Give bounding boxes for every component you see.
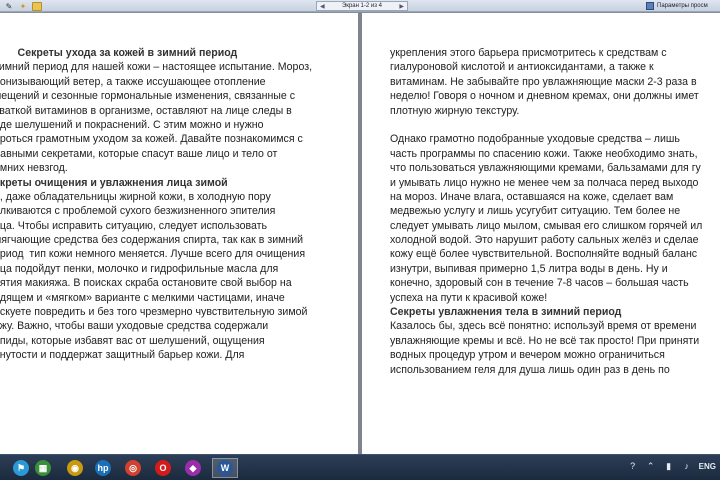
text-line: что пользоваться увлажняющими кремами, б… (390, 162, 701, 175)
folder-icon[interactable] (32, 1, 42, 11)
document-workspace[interactable]: Секреты ухода за кожей в зимний период зи… (0, 13, 720, 454)
text-line: Казалось бы, здесь всё понятно: использу… (390, 320, 697, 333)
flag-icon: ⚑ (13, 460, 29, 476)
highlight-icon[interactable]: ✦ (18, 2, 28, 11)
text-line: ронизывающий ветер, а также иссушающее о… (0, 75, 266, 88)
text-line: гиалуроновой кислотой и антиоксидантами,… (390, 61, 654, 74)
game-icon: ◉ (67, 460, 83, 476)
language-indicator[interactable]: ENG (699, 462, 716, 471)
text-line: лавными секретами, которые спасут ваше л… (0, 147, 278, 160)
text-line: ериод тип кожи немного меняется. Лучше в… (0, 248, 306, 261)
view-options-icon (646, 2, 654, 10)
section-heading: екреты очищения и увлажнения лица зимой (0, 176, 228, 189)
tools-icon[interactable]: ✎ (4, 2, 14, 11)
text-line: кожу ещё более чувствительной. Восполняй… (390, 248, 698, 261)
text-line: изнутри, выпивая примерно 1,5 литра воды… (390, 262, 668, 275)
text-line: янутости и поддержат защитный барьер кож… (0, 349, 245, 362)
text-line: иде шелушений и покраснений. С этим можн… (0, 118, 264, 131)
text-line: Однако грамотно подобранные уходовые сре… (390, 133, 680, 146)
text-line: холодной водой. Это нарушит работу сальн… (390, 234, 699, 247)
shield-icon: ◆ (185, 460, 201, 476)
text-line: нятия макияжа. В поисках скраба останови… (0, 277, 292, 290)
taskbar-app-store[interactable]: ▦ (30, 458, 56, 478)
store-icon: ▦ (35, 460, 51, 476)
taskbar-app-hp[interactable]: hp (90, 458, 116, 478)
text-line: неделю! Говоря о ночном и дневном кремах… (390, 90, 699, 103)
text-line: имних невзгод. (0, 162, 68, 175)
text-line: ица. Чтобы исправить ситуацию, следует и… (0, 219, 268, 232)
help-icon[interactable]: ? (627, 460, 639, 472)
page-text-left: Секреты ухода за кожей в зимний период зи… (0, 46, 312, 363)
next-screen-icon[interactable]: ▶ (399, 3, 404, 10)
text-line: плотную жирную текстуру. (390, 104, 520, 117)
text-line: часть программы по спасению кожи. Также … (390, 147, 698, 160)
text-line: зимний период для нашей кожи – настоящее… (0, 61, 313, 74)
document-page-left[interactable]: Секреты ухода за кожей в зимний период зи… (0, 13, 358, 454)
text-line: е, даже обладательницы жирной кожи, в хо… (0, 190, 271, 203)
text-line: следует умывать лицо мылом, смывая его с… (390, 219, 703, 232)
document-page-right[interactable]: укрепления этого барьера присмотритесь к… (362, 13, 720, 454)
text-line: витаминам. Не забывайте про увлажняющие … (390, 75, 697, 88)
page-navigator: ◀ Экран 1-2 из 4 ▶ (316, 1, 408, 11)
system-tray: ? ⌃ ▮ ♪ ENG (627, 460, 716, 472)
text-line: хваткой витаминов в организме, оставляют… (0, 104, 292, 117)
text-line: и умывать лицо нужно не менее чем за пол… (390, 176, 699, 189)
text-line (390, 118, 702, 132)
reader-toolbar: ✎ ✦ ◀ Экран 1-2 из 4 ▶ Параметры просм (0, 0, 720, 12)
toolbar-icons: ✎ ✦ (4, 1, 42, 11)
taskbar-app-shield[interactable]: ◆ (180, 458, 206, 478)
text-line: мещений и сезонные гормональные изменени… (0, 90, 296, 103)
taskbar-app-chrome[interactable]: ◎ (120, 458, 146, 478)
text-line: ица подойдут пенки, молочко и гидрофильн… (0, 262, 279, 275)
pager-label: Экран 1-2 из 4 (341, 3, 383, 9)
prev-screen-icon[interactable]: ◀ (320, 3, 325, 10)
text-line: ороться грамотным уходом за кожей. Давай… (0, 133, 303, 146)
text-line: искуете повредить и без того чрезмерно ч… (0, 306, 308, 319)
section-heading: Секреты увлажнения тела в зимний период (390, 306, 622, 319)
text-line: медвежью услугу и лишь усугубит ситуацию… (390, 205, 681, 218)
page-text-right: укрепления этого барьера присмотритесь к… (390, 46, 702, 377)
text-line: мягчающие средства без содержания спирта… (0, 234, 304, 247)
taskbar-app-opera[interactable]: O (150, 458, 176, 478)
view-options-button[interactable]: Параметры просм (646, 1, 708, 11)
opera-icon: O (155, 460, 171, 476)
section-heading: Секреты ухода за кожей в зимний период (0, 47, 238, 59)
chrome-icon: ◎ (125, 460, 141, 476)
text-line: ипиды, которые избавят вас от шелушений,… (0, 334, 265, 347)
volume-icon[interactable]: ♪ (681, 460, 693, 472)
text-line: ожу. Важно, чтобы ваши уходовые средства… (0, 320, 269, 333)
text-line: увлажняющие кремы и всё. Но не всё так п… (390, 334, 700, 347)
text-line: адящем и «мягком» варианте с мелкими час… (0, 291, 285, 304)
text-line: на мороз. Иначе влага, оставшаяся на кож… (390, 190, 674, 203)
text-line: укрепления этого барьера присмотритесь к… (390, 47, 667, 59)
chevron-up-icon[interactable]: ⌃ (645, 460, 657, 472)
view-options-label: Параметры просм (657, 3, 708, 9)
text-line: алкиваются с проблемой сухого безжизненн… (0, 205, 276, 218)
taskbar: ⚑ ▦ ◉ hp ◎ O ◆ W ? ⌃ ▮ ♪ ENG (0, 454, 720, 480)
text-line: водных процедур утром и вечером можно ог… (390, 349, 665, 362)
word-icon: W (217, 460, 233, 476)
taskbar-app-game[interactable]: ◉ (62, 458, 88, 478)
taskbar-app-word[interactable]: W (212, 458, 238, 478)
hp-icon: hp (95, 460, 111, 476)
text-line: конечно, здоровый сон в течение 7-8 часо… (390, 277, 689, 290)
text-line: успеха на пути к красивой коже! (390, 291, 548, 304)
network-icon[interactable]: ▮ (663, 460, 675, 472)
text-line: использованием геля для душа лишь один р… (390, 363, 670, 376)
